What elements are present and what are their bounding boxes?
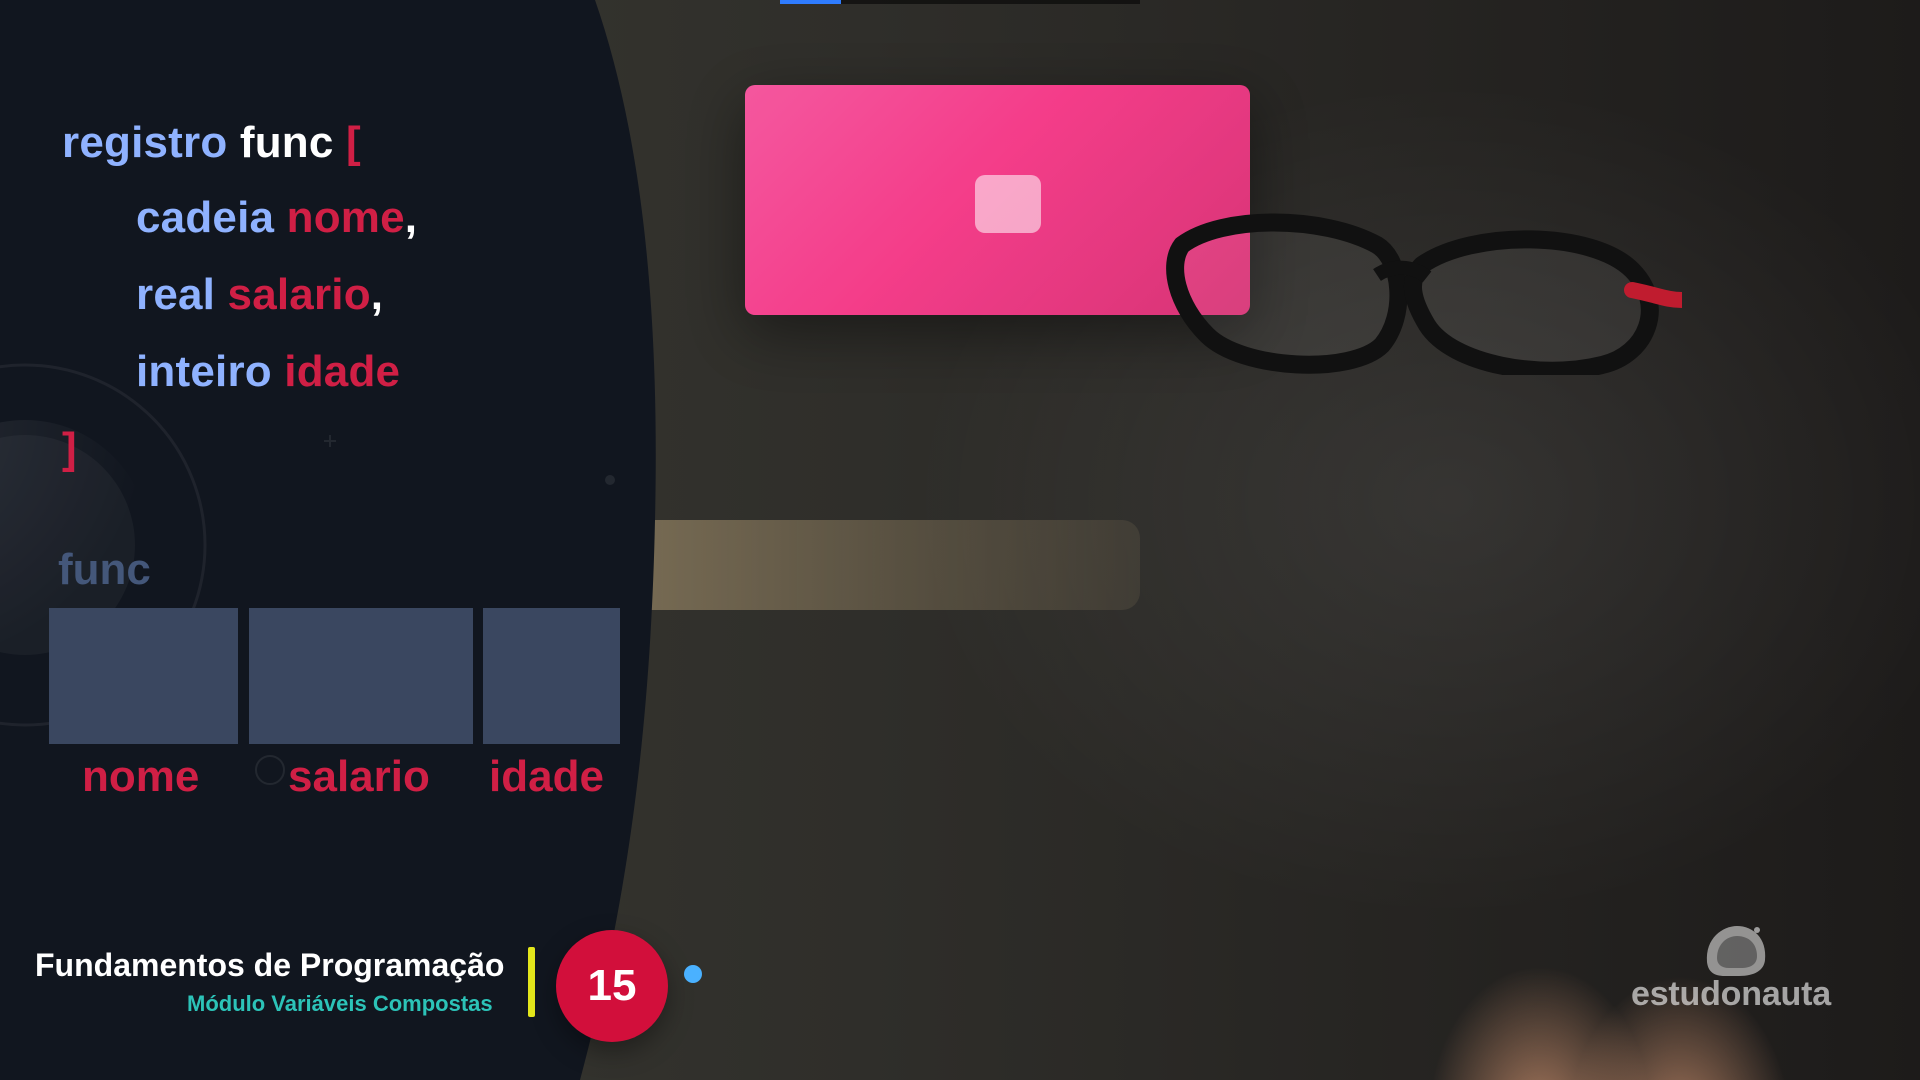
lower-third: Fundamentos de Programação Módulo Variáv…: [0, 930, 760, 1050]
code-line-1: registro func [: [62, 113, 361, 173]
top-progress-bar: [780, 0, 1140, 4]
video-frame: registro func [ cadeia nome, real salari…: [0, 0, 1920, 1080]
code-identifier-func: func: [239, 118, 334, 167]
code-close-bracket: ]: [62, 424, 77, 473]
structure-title: func: [58, 545, 151, 594]
field-box-salario: [249, 608, 473, 744]
code-comma-2: ,: [370, 270, 384, 319]
code-var-salario: salario: [227, 270, 371, 319]
code-keyword-registro: registro: [62, 118, 228, 167]
course-title: Fundamentos de Programação: [35, 947, 505, 983]
field-label-nome: nome: [82, 752, 200, 801]
top-progress-fill: [780, 0, 842, 4]
code-comma-1: ,: [404, 193, 418, 242]
field-label-salario: salario: [288, 752, 430, 801]
code-overlay-panel: registro func [ cadeia nome, real salari…: [0, 0, 680, 1080]
glasses-graphic: [1166, 213, 1682, 375]
code-keyword-real: real: [136, 270, 216, 319]
astronaut-helmet-icon: [1706, 926, 1766, 976]
code-line-4: inteiro idade: [136, 342, 400, 402]
lower-third-divider: [528, 947, 535, 1017]
code-var-nome: nome: [286, 193, 405, 242]
episode-badge: 15: [556, 930, 668, 1042]
brand-name: estudonauta: [1631, 975, 1831, 1013]
brand-watermark: estudonauta: [1600, 920, 1920, 1040]
field-box-idade: [483, 608, 620, 744]
module-subtitle: Módulo Variáveis Compostas: [187, 991, 493, 1016]
code-line-2: cadeia nome,: [136, 188, 417, 248]
code-open-bracket: [: [345, 118, 361, 167]
code-line-3: real salario,: [136, 265, 383, 325]
field-label-idade: idade: [489, 752, 604, 801]
code-line-5: ]: [62, 419, 77, 479]
episode-number: 15: [587, 961, 637, 1010]
code-var-idade: idade: [284, 347, 401, 396]
code-keyword-inteiro: inteiro: [136, 347, 272, 396]
field-box-nome: [49, 608, 238, 744]
accent-dot: [684, 965, 702, 983]
code-keyword-cadeia: cadeia: [136, 193, 275, 242]
